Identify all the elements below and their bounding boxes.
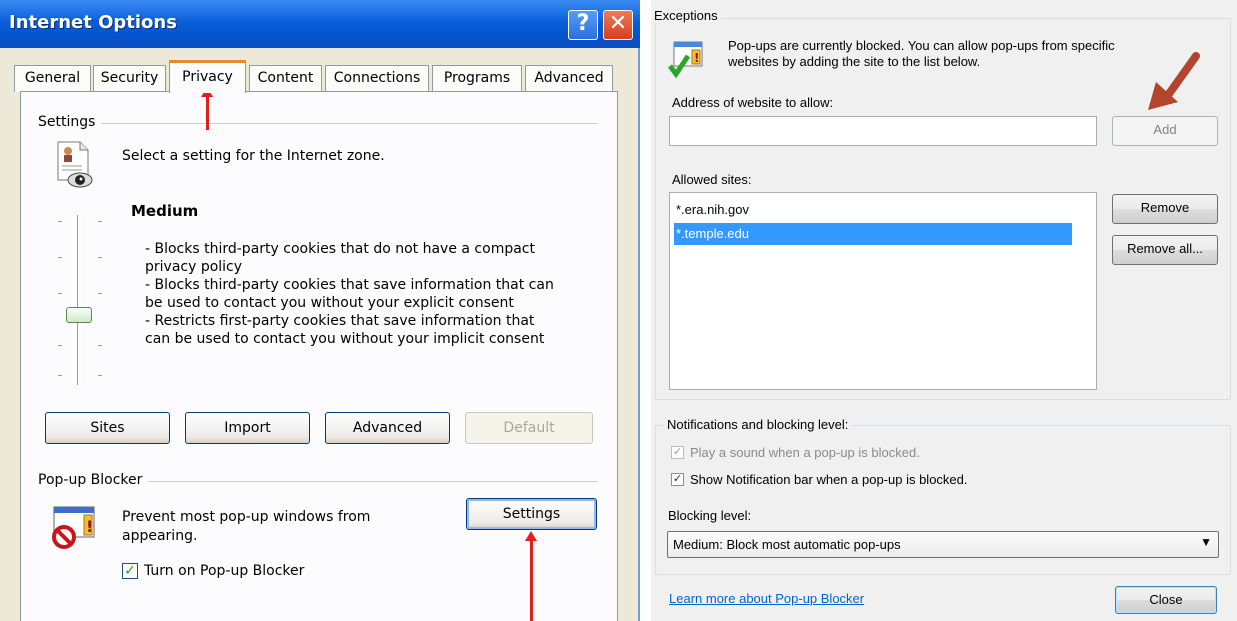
allowed-sites-list[interactable]: *.era.nih.gov *.temple.edu	[669, 192, 1097, 390]
popup-blocker-group-label: Pop-up Blocker	[38, 472, 149, 488]
tab-general[interactable]: General	[14, 65, 91, 92]
internet-options-window: Internet Options ? ✕ General Security Pr…	[0, 0, 640, 621]
blocking-level-select[interactable]: Medium: Block most automatic pop-ups ▼	[667, 531, 1219, 558]
exceptions-info-text: Pop-ups are currently blocked. You can a…	[728, 38, 1115, 70]
allowed-site-item[interactable]: *.era.nih.gov	[674, 199, 1072, 221]
add-button[interactable]: Add	[1112, 116, 1218, 146]
slider-tick	[58, 293, 62, 294]
annotation-arrow-add	[1146, 50, 1206, 120]
level-desc-line: - Blocks third-party cookies that save i…	[145, 277, 554, 293]
tab-advanced[interactable]: Advanced	[525, 65, 613, 92]
show-notification-bar-label: Show Notification bar when a pop-up is b…	[690, 472, 968, 487]
slider-tick	[58, 345, 62, 346]
popup-settings-button[interactable]: Settings	[466, 498, 597, 530]
tab-content[interactable]: Content	[249, 65, 322, 92]
popup-desc-line: Prevent most pop-up windows from	[122, 509, 371, 525]
slider-tick	[58, 257, 62, 258]
chevron-down-icon: ▼	[1200, 535, 1212, 549]
popup-desc-line: appearing.	[122, 528, 198, 544]
level-desc-line: can be used to contact you without your …	[145, 331, 545, 347]
level-desc-line: - Blocks third-party cookies that do not…	[145, 241, 535, 257]
zone-description: Select a setting for the Internet zone.	[122, 148, 385, 164]
exceptions-group-label: Exceptions	[651, 8, 721, 23]
level-desc-line: be used to contact you without your expl…	[145, 295, 514, 311]
slider-tick	[58, 221, 62, 222]
turn-on-popup-blocker-checkbox[interactable]: ✓	[122, 563, 138, 579]
close-button[interactable]: Close	[1115, 586, 1217, 614]
settings-group-label: Settings	[38, 114, 102, 130]
sites-button[interactable]: Sites	[45, 412, 170, 444]
svg-text:!: !	[694, 51, 699, 65]
privacy-level-description: - Blocks third-party cookies that do not…	[145, 240, 554, 348]
slider-tick	[98, 221, 102, 222]
level-desc-line: privacy policy	[145, 259, 243, 275]
tab-privacy[interactable]: Privacy	[169, 60, 246, 93]
shield-check-icon: !	[668, 38, 704, 80]
privacy-slider-thumb[interactable]	[66, 307, 92, 323]
close-window-button[interactable]: ✕	[603, 10, 633, 40]
tab-security[interactable]: Security	[93, 65, 166, 92]
help-button[interactable]: ?	[568, 10, 598, 40]
slider-tick	[98, 257, 102, 258]
svg-text:!: !	[86, 517, 93, 536]
turn-on-popup-blocker-label: Turn on Pop-up Blocker	[144, 563, 305, 579]
annotation-arrow-settings	[525, 531, 537, 621]
annotation-arrow-privacy	[201, 87, 213, 130]
address-input[interactable]	[669, 116, 1097, 146]
allowed-site-item-selected[interactable]: *.temple.edu	[674, 223, 1072, 245]
popup-blocker-icon: !	[50, 505, 100, 549]
remove-button[interactable]: Remove	[1112, 194, 1218, 224]
info-line: websites by adding the site to the list …	[728, 54, 981, 69]
privacy-slider-track[interactable]	[58, 215, 102, 385]
popup-description: Prevent most pop-up windows from appeari…	[122, 508, 370, 546]
notifications-group-label: Notifications and blocking level:	[664, 417, 852, 432]
slider-tick	[98, 293, 102, 294]
play-sound-checkbox[interactable]: ✓	[671, 446, 684, 459]
title-bar[interactable]: Internet Options ? ✕	[0, 0, 640, 48]
popup-blocker-settings-window: Exceptions ! Pop-ups are currently block…	[651, 0, 1237, 621]
info-line: Pop-ups are currently blocked. You can a…	[728, 38, 1115, 53]
remove-all-button[interactable]: Remove all...	[1112, 235, 1218, 265]
import-button[interactable]: Import	[185, 412, 310, 444]
show-notification-bar-checkbox[interactable]: ✓	[671, 473, 684, 486]
level-desc-line: - Restricts first-party cookies that sav…	[145, 313, 535, 329]
slider-tick	[98, 345, 102, 346]
slider-tick	[98, 375, 102, 376]
window-title: Internet Options	[9, 12, 177, 33]
play-sound-label: Play a sound when a pop-up is blocked.	[690, 445, 920, 460]
learn-more-link[interactable]: Learn more about Pop-up Blocker	[669, 591, 864, 606]
allowed-sites-label: Allowed sites:	[672, 172, 752, 187]
advanced-button[interactable]: Advanced	[325, 412, 450, 444]
slider-tick	[58, 375, 62, 376]
blocking-level-value: Medium: Block most automatic pop-ups	[673, 537, 901, 552]
address-label: Address of website to allow:	[672, 95, 834, 110]
settings-group-line	[38, 123, 598, 124]
privacy-level-name: Medium	[131, 202, 199, 220]
tab-programs[interactable]: Programs	[432, 65, 522, 92]
blocking-level-label: Blocking level:	[668, 508, 752, 523]
default-button[interactable]: Default	[465, 412, 593, 444]
privacy-document-icon	[54, 140, 94, 190]
tab-connections[interactable]: Connections	[325, 65, 429, 92]
